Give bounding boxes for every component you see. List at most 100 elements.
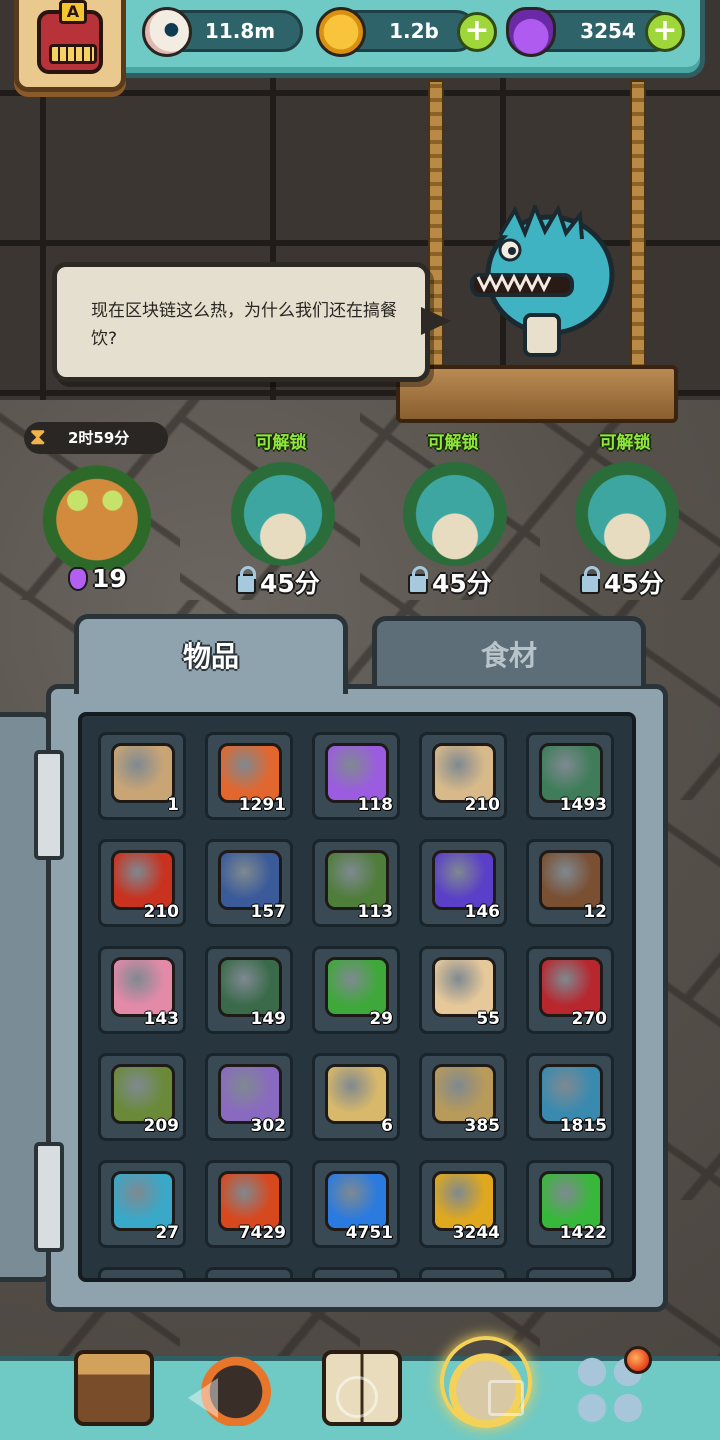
slot-cost: 45分 <box>408 564 492 600</box>
cabinet-hinge <box>34 1142 64 1252</box>
customer-slot-1[interactable]: 19 <box>10 424 180 604</box>
inventory-slot[interactable]: 27 <box>98 1160 186 1248</box>
inventory-slot[interactable] <box>526 1267 614 1278</box>
shop-button[interactable] <box>74 1350 154 1426</box>
item-count: 55 <box>476 1009 500 1029</box>
item-count: 12 <box>583 902 607 922</box>
customer-slot-3[interactable]: 可解锁 45分 <box>368 424 538 604</box>
inventory-slot[interactable]: 12 <box>526 839 614 927</box>
inventory-slot[interactable]: 1 <box>98 732 186 820</box>
inventory-slot[interactable]: 157 <box>205 839 293 927</box>
inventory-slot[interactable]: 143 <box>98 946 186 1034</box>
inventory-slot[interactable] <box>98 1267 186 1278</box>
inventory-slot[interactable]: 210 <box>98 839 186 927</box>
player-avatar[interactable]: A <box>14 0 126 92</box>
inventory-slot[interactable]: 385 <box>419 1053 507 1141</box>
inventory-slot[interactable]: 210 <box>419 732 507 820</box>
system-home-icon[interactable] <box>336 1376 378 1418</box>
item-count: 1291 <box>238 795 286 815</box>
inventory-slot[interactable]: 270 <box>526 946 614 1034</box>
item-count: 7429 <box>238 1223 286 1243</box>
yellow-pentagon-gem-icon <box>432 1171 496 1231</box>
item-count: 149 <box>250 1009 287 1029</box>
potion-currency-value: 3254 <box>580 19 636 43</box>
inventory-slot[interactable]: 1815 <box>526 1053 614 1141</box>
inventory-slot[interactable]: 149 <box>205 946 293 1034</box>
red-barrel-icon <box>111 850 175 910</box>
inventory-slot[interactable] <box>419 1267 507 1278</box>
snail-customer-icon <box>562 458 692 570</box>
speech-bubble: 现在区块链这么热，为什么我们还在搞餐饮? <box>52 262 451 382</box>
wooden-swing <box>396 365 678 423</box>
system-back-icon[interactable] <box>188 1378 218 1418</box>
inventory-slot[interactable]: 7429 <box>205 1160 293 1248</box>
inventory-slot[interactable]: 1422 <box>526 1160 614 1248</box>
four-leaf-clover-icon <box>325 957 389 1017</box>
slot-cost: 45分 <box>236 564 320 600</box>
zongzi-icon <box>111 1064 175 1124</box>
item-count: 270 <box>571 1009 608 1029</box>
dark-creature-icon <box>432 1064 496 1124</box>
add-potions-button[interactable]: + <box>645 12 685 52</box>
customer-slot-2[interactable]: 可解锁 45分 <box>196 424 366 604</box>
item-count: 27 <box>155 1223 179 1243</box>
system-recents-icon[interactable] <box>488 1380 524 1416</box>
inventory-slot[interactable]: 3244 <box>419 1160 507 1248</box>
inventory-slot[interactable]: 4751 <box>312 1160 400 1248</box>
rank-badge: A <box>59 0 87 24</box>
tab-items[interactable]: 物品 <box>74 614 348 694</box>
item-count: 143 <box>143 1009 180 1029</box>
stained-glass-icon <box>218 957 282 1017</box>
item-count: 113 <box>357 902 394 922</box>
notification-dot <box>624 1346 652 1374</box>
potion-icon <box>506 7 556 57</box>
coin-currency: 1.2b <box>316 7 477 57</box>
item-count: 146 <box>464 902 501 922</box>
item-count: 210 <box>464 795 501 815</box>
coin-currency-value: 1.2b <box>389 19 439 43</box>
purple-powder-icon <box>325 743 389 803</box>
swing-rope-right <box>630 80 646 380</box>
blue-slime-icon <box>111 1171 175 1231</box>
green-hexagon-gem-icon <box>539 1171 603 1231</box>
inventory-slot[interactable]: 1291 <box>205 732 293 820</box>
item-count: 29 <box>369 1009 393 1029</box>
inventory-slot[interactable]: 6 <box>312 1053 400 1141</box>
potion-icon <box>68 566 88 591</box>
gold-coin-pile-icon <box>325 1064 389 1124</box>
tab-ingredients[interactable]: 食材 <box>372 616 646 686</box>
inventory-slot[interactable] <box>312 1267 400 1278</box>
item-count: 157 <box>250 902 287 922</box>
slot-cost-value: 19 <box>92 564 127 593</box>
inventory-slot[interactable]: 118 <box>312 732 400 820</box>
inventory-slot[interactable]: 1493 <box>526 732 614 820</box>
slot-cost-value: 45分 <box>432 569 492 598</box>
lock-icon <box>236 566 256 594</box>
gold-coin-icon <box>316 7 366 57</box>
treasure-box-icon <box>218 1064 282 1124</box>
green-scroll-icon <box>325 850 389 910</box>
eyeball-icon <box>142 7 192 57</box>
add-coins-button[interactable]: + <box>457 12 497 52</box>
inventory-slot[interactable]: 55 <box>419 946 507 1034</box>
slot-cost: 19 <box>68 564 127 593</box>
inventory-grid[interactable]: 1 1291 118 210 1493 210 157 113 146 12 143 149 29 55 2… <box>78 712 636 1282</box>
blob-portrait-icon <box>539 1064 603 1124</box>
blue-card-icon <box>218 850 282 910</box>
eye-currency-value: 11.8m <box>204 19 276 43</box>
inventory-slot[interactable]: 302 <box>205 1053 293 1141</box>
anglerfish-monster[interactable] <box>470 205 620 365</box>
customer-slot-4[interactable]: 可解锁 45分 <box>540 424 710 604</box>
snail-customer-icon <box>218 458 348 570</box>
item-count: 1 <box>167 795 179 815</box>
inventory-slot[interactable]: 209 <box>98 1053 186 1141</box>
inventory-slot[interactable]: 146 <box>419 839 507 927</box>
slot-cost-value: 45分 <box>604 569 664 598</box>
bunny-cake-icon <box>432 957 496 1017</box>
item-count: 385 <box>464 1116 501 1136</box>
inventory-slot[interactable]: 29 <box>312 946 400 1034</box>
inventory-slot[interactable] <box>205 1267 293 1278</box>
item-count: 6 <box>381 1116 393 1136</box>
lock-icon <box>408 566 428 594</box>
inventory-slot[interactable]: 113 <box>312 839 400 927</box>
